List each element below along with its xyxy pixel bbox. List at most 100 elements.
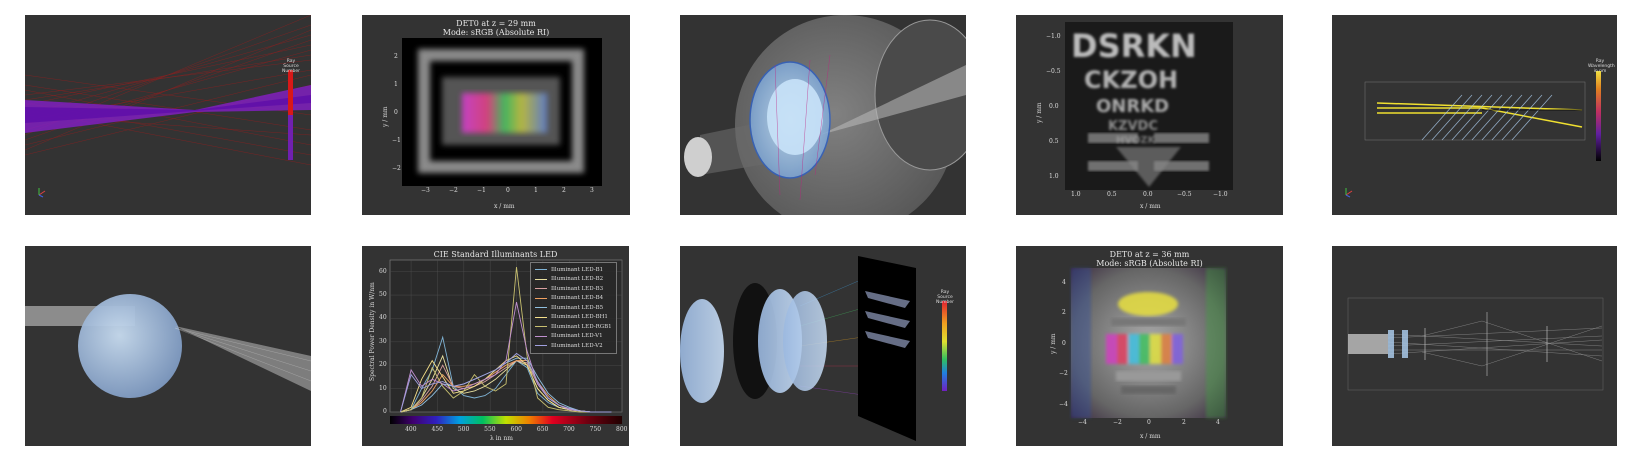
legend-label: Illuminant LED-V1 — [551, 333, 603, 340]
svg-text:ONRKD: ONRKD — [1096, 96, 1169, 117]
legend-label: Illuminant LED-B5 — [551, 304, 604, 311]
x-tick: 3 — [590, 187, 594, 194]
x-tick: 1.0 — [1071, 191, 1081, 198]
legend-label: Illuminant LED-RGB1 — [551, 323, 612, 330]
y-tick: −1 — [392, 137, 401, 144]
legend-item: Illuminant LED-B2 — [535, 275, 612, 285]
x-tick: −2 — [449, 187, 458, 194]
chart-cie-illuminants[interactable]: CIE Standard Illuminants LED λ in nm Spe… — [362, 246, 629, 446]
legend-item: Illuminant LED-V1 — [535, 332, 612, 342]
x-tick: 600 — [510, 426, 522, 433]
colorbar-label: Ray Source Number — [281, 59, 301, 74]
viewport-lens-system[interactable]: Ray Source Number — [680, 246, 966, 446]
x-tick: 2 — [562, 187, 566, 194]
y-axis-label: y / mm — [382, 106, 389, 127]
legend-item: Illuminant LED-RGB1 — [535, 322, 612, 332]
x-tick: 500 — [457, 426, 470, 433]
x-tick: 1 — [534, 187, 538, 194]
eye-model-render — [684, 15, 966, 215]
x-tick: 0.5 — [1107, 191, 1117, 198]
x-tick: 400 — [405, 426, 417, 433]
y-tick: −2 — [392, 165, 401, 172]
legend-label: Illuminant LED-V2 — [551, 342, 603, 349]
legend-swatch — [535, 335, 547, 337]
x-axis-label: x / mm — [1140, 433, 1161, 440]
x-tick: 800 — [616, 426, 628, 433]
y-tick: 0.0 — [1049, 103, 1059, 110]
x-axis-label: λ in nm — [490, 435, 513, 442]
legend-item: Illuminant LED-B3 — [535, 284, 612, 294]
y-tick: 1 — [394, 81, 398, 88]
x-tick: −3 — [421, 187, 430, 194]
detector-image — [402, 38, 602, 186]
legend-item: Illuminant LED-BH1 — [535, 313, 612, 323]
x-tick: 750 — [589, 426, 602, 433]
x-tick: −2 — [1113, 419, 1122, 426]
y-axis-label: y / mm — [1036, 102, 1043, 123]
y-tick: 20 — [379, 361, 387, 369]
legend-swatch — [535, 278, 547, 280]
viewport-sphere-lens[interactable] — [25, 246, 311, 446]
x-tick: 450 — [431, 426, 443, 433]
ray-diagram-render — [1347, 297, 1604, 391]
viewport-ray-diagram[interactable] — [1332, 246, 1617, 446]
viewport-eye-model[interactable] — [680, 15, 966, 215]
legend-label: Illuminant LED-B1 — [551, 266, 604, 273]
viewport-ray-bundle[interactable]: Ray Source Number — [25, 15, 311, 215]
axis-gizmo-icon — [1345, 188, 1353, 198]
colorbar-label: Ray Wavelength in nm — [1588, 59, 1615, 74]
x-tick: −0.5 — [1177, 191, 1192, 198]
prism-trace-render — [1345, 71, 1601, 198]
y-tick: −2 — [1059, 370, 1068, 377]
y-axis-label: Spectral Power Density in W/nm — [369, 282, 376, 381]
legend-swatch — [535, 345, 547, 347]
legend-label: Illuminant LED-B3 — [551, 285, 604, 292]
legend-item: Illuminant LED-B1 — [535, 265, 612, 275]
x-tick: 0.0 — [1143, 191, 1153, 198]
legend-label: Illuminant LED-B2 — [551, 276, 604, 283]
y-tick: 50 — [379, 291, 387, 299]
y-tick: 2 — [1062, 309, 1066, 316]
colorbar-label: Ray Source Number — [935, 290, 955, 305]
y-tick: 1.0 — [1049, 173, 1059, 180]
x-axis-label: x / mm — [1140, 203, 1161, 210]
y-tick: 10 — [379, 384, 387, 392]
svg-text:KZVDC: KZVDC — [1108, 119, 1158, 134]
x-tick: −1 — [477, 187, 486, 194]
y-tick: 0 — [394, 109, 398, 116]
y-tick: −4 — [1059, 401, 1068, 408]
legend-swatch — [535, 269, 547, 271]
x-tick: 700 — [563, 426, 575, 433]
legend-swatch — [535, 288, 547, 290]
y-tick: 40 — [379, 314, 387, 322]
axis-gizmo-icon — [38, 188, 46, 198]
y-tick: 60 — [379, 267, 387, 275]
plot-detector-image-1[interactable]: DET0 at z = 29 mm Mode: sRGB (Absolute R… — [362, 15, 630, 215]
y-tick: −1.0 — [1046, 33, 1061, 40]
plot-eye-chart[interactable]: DSRKN CKZOH ONRKD KZVDC HVOZK 1.0 0.5 0.… — [1016, 15, 1283, 215]
plot-detector-image-2[interactable]: DET0 at z = 36 mm Mode: sRGB (Absolute R… — [1016, 246, 1283, 446]
legend-label: Illuminant LED-BH1 — [551, 314, 608, 321]
y-tick: 0 — [383, 408, 387, 415]
x-axis-label: x / mm — [494, 203, 515, 210]
y-axis-label: y / mm — [1050, 333, 1057, 354]
eye-chart-image: DSRKN CKZOH ONRKD KZVDC HVOZK — [1065, 22, 1233, 190]
y-tick: 0.5 — [1049, 138, 1059, 145]
viewport-prism-trace[interactable]: Ray Wavelength in nm — [1332, 15, 1617, 215]
svg-text:CKZOH: CKZOH — [1084, 66, 1178, 94]
y-tick: 0 — [1062, 340, 1066, 347]
x-tick: 2 — [1182, 419, 1186, 426]
x-tick: 0 — [506, 187, 510, 194]
legend-swatch — [535, 326, 547, 328]
y-tick: −0.5 — [1046, 68, 1061, 75]
y-tick: 4 — [1062, 279, 1066, 286]
sphere-lens-render — [25, 294, 311, 398]
x-tick: 550 — [484, 426, 496, 433]
legend-label: Illuminant LED-B4 — [551, 295, 604, 302]
ray-bundle-render — [25, 15, 311, 198]
svg-text:DSRKN: DSRKN — [1071, 27, 1197, 65]
x-tick: −1.0 — [1213, 191, 1228, 198]
x-tick: 650 — [536, 426, 549, 433]
legend-swatch — [535, 307, 547, 309]
y-tick: 30 — [379, 337, 387, 345]
